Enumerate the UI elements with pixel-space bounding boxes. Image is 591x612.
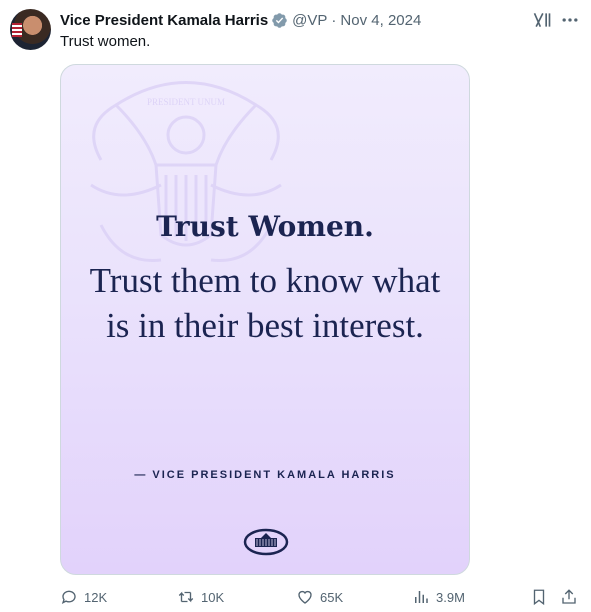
- views-count: 3.9M: [436, 589, 465, 605]
- meta-separator: ·: [331, 11, 337, 29]
- share-icon: [562, 589, 576, 604]
- quote-body: Trust them to know what is in their best…: [89, 261, 441, 345]
- bookmark-icon: [533, 589, 545, 606]
- tweet-header: Vice President Kamala Harris @VP · Nov 4, …: [60, 10, 421, 30]
- views-icon: [415, 591, 428, 603]
- reply-count: 12K: [84, 589, 108, 605]
- quote-headline: Trust Women.: [156, 210, 374, 243]
- tweet-meta: @VP · Nov 4, 2024: [292, 12, 421, 29]
- like-count: 65K: [320, 589, 344, 605]
- author-handle[interactable]: @VP: [292, 12, 327, 29]
- bookmark-button[interactable]: [530, 588, 554, 606]
- tweet-date[interactable]: Nov 4, 2024: [340, 12, 421, 29]
- seal-watermark: PRESIDENT UNUM: [90, 81, 282, 263]
- reply-icon: [61, 590, 76, 604]
- author-avatar[interactable]: [10, 9, 51, 50]
- seal-text: PRESIDENT UNUM: [147, 97, 225, 107]
- flag-detail: [12, 23, 22, 37]
- author-name[interactable]: Vice President Kamala Harris: [60, 12, 268, 29]
- like-button[interactable]: 65K: [296, 588, 343, 606]
- tweet-image[interactable]: PRESIDENT UNUM Trust Women. Trust them t…: [60, 64, 470, 575]
- views-button[interactable]: 3.9M: [412, 588, 465, 606]
- reply-button[interactable]: 12K: [60, 588, 107, 606]
- heart-icon: [298, 590, 312, 604]
- retweet-icon: [178, 591, 194, 603]
- verified-badge-icon: [272, 12, 287, 28]
- more-icon[interactable]: [560, 10, 580, 30]
- retweet-count: 10K: [201, 589, 225, 605]
- grok-icon[interactable]: [532, 10, 552, 30]
- tweet-text: Trust women.: [60, 33, 151, 50]
- white-house-logo-icon: [243, 528, 289, 556]
- quote-attribution: — VICE PRESIDENT KAMALA HARRIS: [134, 469, 396, 481]
- retweet-button[interactable]: 10K: [177, 588, 224, 606]
- share-button[interactable]: [560, 588, 584, 606]
- tweet-actions: 12K 10K 65K 3.9M: [60, 588, 580, 608]
